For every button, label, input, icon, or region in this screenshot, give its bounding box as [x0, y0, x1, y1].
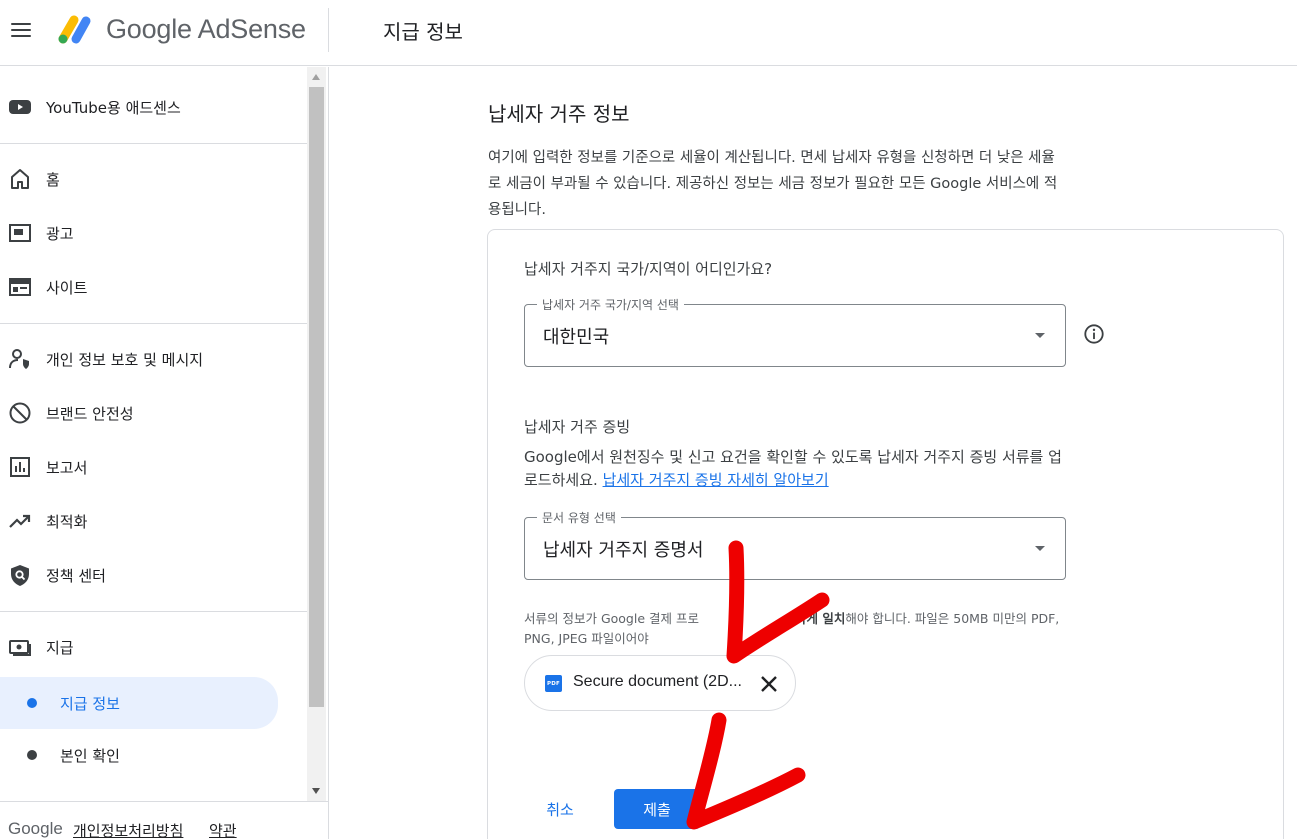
ads-icon	[9, 224, 31, 242]
sidebar-divider	[0, 323, 307, 324]
menu-icon[interactable]	[8, 17, 34, 43]
sidebar-item-label: 정책 센터	[46, 566, 106, 585]
hint-text-pre: 서류의 정보가 Google 결제 프로	[524, 611, 699, 626]
scrollbar-thumb[interactable]	[309, 87, 324, 707]
section-description: 여기에 입력한 정보를 기준으로 세율이 계산됩니다. 면세 납세자 유형을 신…	[488, 150, 1058, 218]
privacy-policy-link[interactable]: 개인정보처리방침	[73, 820, 183, 839]
app-header: Google AdSense 지급 정보	[0, 0, 1297, 66]
sidebar-item-label: 개인 정보 보호 및 메시지	[46, 350, 204, 369]
proof-title: 납세자 거주 증빙	[524, 418, 631, 436]
uploaded-file-chip[interactable]: PDF Secure document (2D...	[524, 655, 796, 711]
bar-chart-icon	[10, 457, 30, 477]
sidebar-item-label: 본인 확인	[60, 746, 120, 765]
payments-icon	[9, 640, 31, 656]
sites-icon	[9, 278, 31, 296]
person-shield-icon	[9, 349, 29, 369]
document-type-label: 문서 유형 선택	[537, 509, 621, 526]
sidebar-item-payment-info[interactable]: 지급 정보	[0, 677, 278, 729]
dropdown-arrow-icon	[1035, 546, 1045, 551]
bullet-dot-icon	[27, 698, 37, 708]
policy-shield-icon	[11, 565, 29, 586]
dropdown-arrow-icon	[1035, 333, 1045, 338]
sidebar-item-policy[interactable]: 정책 센터	[0, 552, 305, 598]
learn-more-link[interactable]: 납세자 거주지 증빙 자세히 알아보기	[603, 471, 829, 489]
scroll-up-icon[interactable]	[312, 74, 320, 80]
youtube-icon	[9, 100, 31, 114]
sidebar-scrollbar[interactable]	[307, 67, 326, 802]
home-icon	[11, 169, 29, 189]
submit-button[interactable]: 제출	[614, 789, 700, 829]
sidebar-item-label: 브랜드 안전성	[46, 404, 134, 423]
document-type-select[interactable]: 문서 유형 선택 납세자 거주지 증명서	[524, 509, 1066, 580]
uploaded-file-name: Secure document (2D...	[573, 673, 742, 690]
sidebar-item-label: 보고서	[46, 458, 88, 477]
sidebar-item-label: 사이트	[46, 278, 88, 297]
document-type-value: 납세자 거주지 증명서	[543, 540, 704, 561]
sidebar-item-label: 지급	[46, 638, 74, 657]
country-question: 납세자 거주지 국가/지역이 어디인가요?	[524, 260, 773, 278]
pdf-file-icon: PDF	[545, 675, 562, 692]
sidebar-item-payments[interactable]: 지급	[0, 624, 305, 670]
country-select-label: 납세자 거주 국가/지역 선택	[537, 296, 684, 313]
sidebar-item-sites[interactable]: 사이트	[0, 264, 305, 310]
sidebar-item-label: 최적화	[46, 512, 88, 531]
country-select-value: 대한민국	[543, 327, 610, 348]
sidebar-divider	[0, 143, 307, 144]
sidebar-item-verification[interactable]: 본인 확인	[0, 732, 305, 778]
sidebar-footer: Google 개인정보처리방침 약관	[0, 801, 328, 839]
terms-link[interactable]: 약관	[209, 820, 237, 839]
hint-text-bold: 하게 일치	[794, 611, 846, 626]
proof-description: Google에서 원천징수 및 신고 요건을 확인할 수 있도록 납세자 거주지…	[524, 446, 1064, 492]
header-divider	[328, 8, 329, 52]
sidebar-item-youtube[interactable]: YouTube용 애드센스	[0, 84, 305, 130]
trending-up-icon	[9, 514, 31, 528]
google-logo: Google	[8, 819, 63, 838]
info-icon[interactable]	[1083, 323, 1105, 345]
cancel-button[interactable]: 취소	[525, 789, 595, 829]
sidebar-item-home[interactable]: 홈	[0, 156, 305, 202]
country-select[interactable]: 납세자 거주 국가/지역 선택 대한민국	[524, 296, 1066, 367]
sidebar-item-reports[interactable]: 보고서	[0, 444, 305, 490]
sidebar-item-label: YouTube용 애드센스	[46, 98, 181, 117]
sidebar-item-label: 광고	[46, 224, 74, 243]
bullet-dot-icon	[27, 750, 37, 760]
adsense-logo-icon	[58, 15, 91, 44]
sidebar-item-privacy[interactable]: 개인 정보 보호 및 메시지	[0, 336, 305, 382]
brand-name: Google AdSense	[106, 14, 306, 44]
sidebar-item-ads[interactable]: 광고	[0, 210, 305, 256]
sidebar-item-brand-safety[interactable]: 브랜드 안전성	[0, 390, 305, 436]
scroll-down-icon[interactable]	[312, 788, 320, 794]
sidebar-item-label: 홈	[46, 170, 60, 189]
sidebar-item-label: 지급 정보	[60, 694, 120, 713]
block-icon	[9, 402, 31, 424]
upload-hint: 서류의 정보가 Google 결제 프로 하게 일치해야 합니다. 파일은 50M…	[524, 609, 1072, 649]
sidebar: YouTube용 애드센스 홈 광고 사이트 개인 정보 보호 및 메시지 브랜…	[0, 67, 329, 839]
page-title: 지급 정보	[383, 20, 463, 44]
close-icon[interactable]	[757, 672, 781, 696]
section-title: 납세자 거주 정보	[488, 102, 630, 126]
sidebar-item-optimization[interactable]: 최적화	[0, 498, 305, 544]
sidebar-divider	[0, 611, 307, 612]
